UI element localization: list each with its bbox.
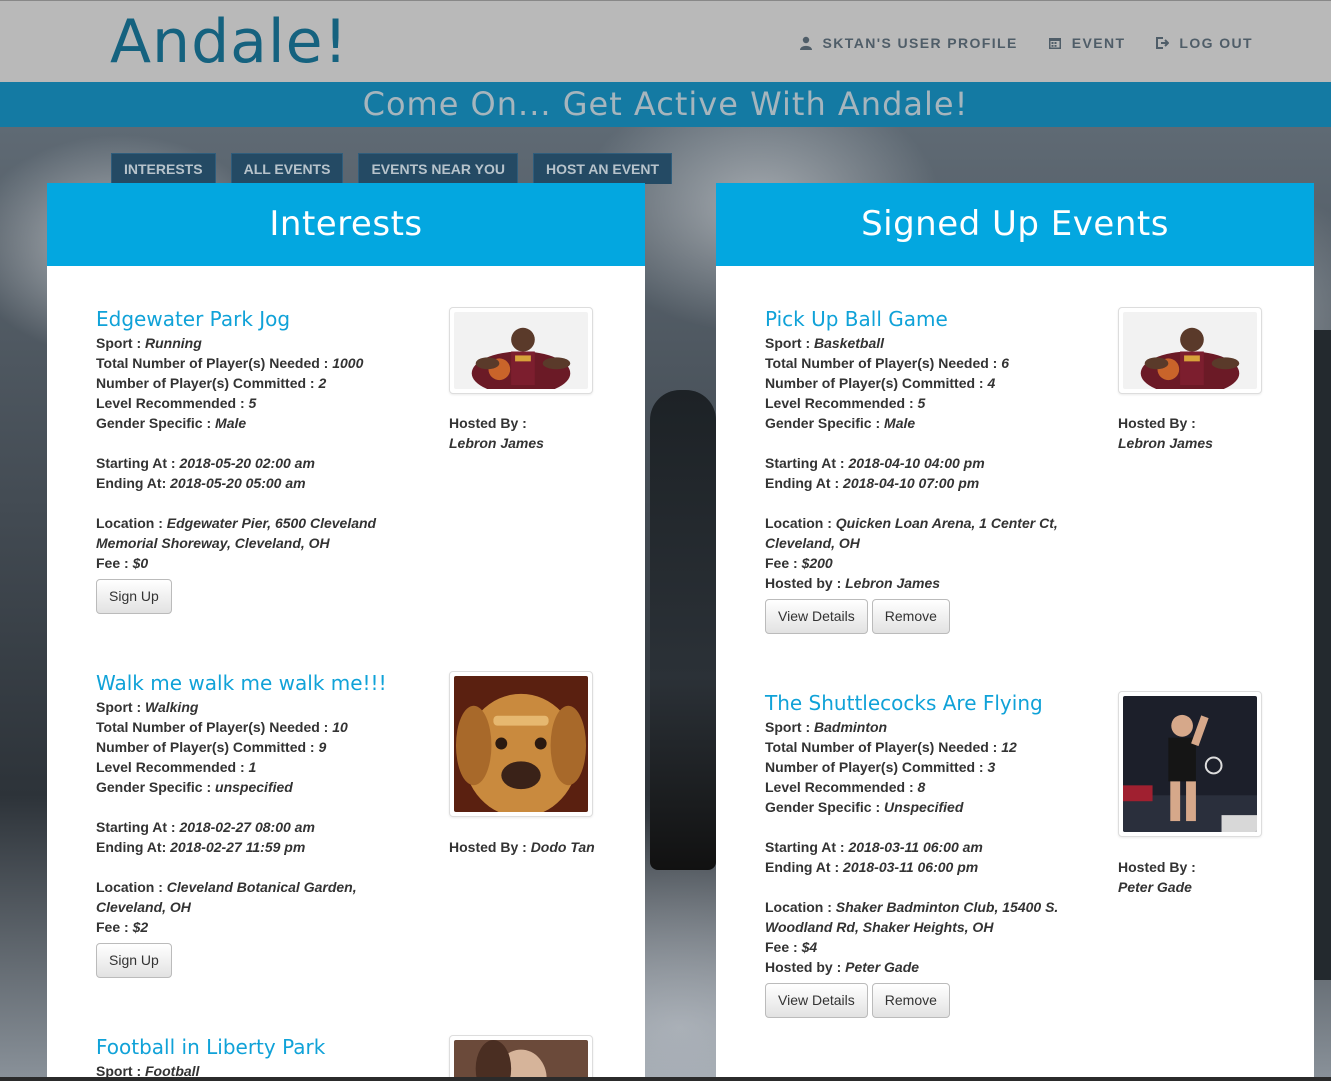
- tab-bar: INTERESTS ALL EVENTS EVENTS NEAR YOU HOS…: [111, 153, 673, 184]
- user-icon: [799, 36, 812, 50]
- event-players-needed: Total Number of Player(s) Needed : 6: [765, 355, 1010, 371]
- event-sport: Sport : Basketball: [765, 335, 885, 351]
- host-photo: [1118, 307, 1262, 395]
- host-photo: [449, 1035, 593, 1081]
- event-players-needed: Total Number of Player(s) Needed : 1000: [96, 355, 364, 371]
- nav-logout-label: LOG OUT: [1179, 35, 1253, 51]
- event-fee: Fee : $0: [96, 555, 149, 571]
- event-card: Football in Liberty Park Sport : Footbal…: [96, 1035, 616, 1081]
- event-players-committed: Number of Player(s) Committed : 3: [765, 759, 996, 775]
- event-level: Level Recommended : 5: [96, 395, 257, 411]
- event-end: Ending At : 2018-03-11 06:00 pm: [765, 859, 979, 875]
- status-bar: [0, 1077, 1331, 1081]
- remove-button[interactable]: Remove: [871, 983, 950, 1018]
- event-hosted-by: Hosted by : Lebron James: [765, 575, 941, 591]
- event-start: Starting At : 2018-03-11 06:00 am: [765, 839, 983, 855]
- tagline-banner: Come On... Get Active With Andale!: [0, 82, 1331, 127]
- event-players-committed: Number of Player(s) Committed : 2: [96, 375, 327, 391]
- tab-events-near-you[interactable]: EVENTS NEAR YOU: [358, 153, 518, 184]
- event-sport: Sport : Walking: [96, 699, 199, 715]
- event-gender: Gender Specific : unspecified: [96, 779, 293, 795]
- event-host: Hosted By : Lebron James: [449, 415, 544, 451]
- event-fee: Fee : $4: [765, 939, 818, 955]
- logout-icon: [1156, 37, 1170, 49]
- interests-heading: Interests: [47, 183, 645, 266]
- background-skier-right: [1312, 330, 1331, 980]
- host-photo: [1118, 691, 1262, 837]
- host-name: Peter Gade: [1118, 879, 1192, 895]
- brand-logo[interactable]: Andale!: [110, 7, 349, 77]
- event-host: Hosted By : Peter Gade: [1118, 859, 1196, 895]
- event-end: Ending At : 2018-04-10 07:00 pm: [765, 475, 980, 491]
- host-name: Dodo Tan: [530, 839, 595, 855]
- host-photo: [449, 307, 593, 395]
- tab-host-an-event[interactable]: HOST AN EVENT: [533, 153, 673, 184]
- event-sport: Sport : Running: [96, 335, 202, 351]
- event-location: Location : Cleveland Botanical Garden, C…: [96, 879, 357, 915]
- basketball-player-image: [1123, 312, 1257, 395]
- nav-event-label: EVENT: [1071, 35, 1126, 51]
- dog-image: [454, 676, 588, 817]
- event-sport: Sport : Badminton: [765, 719, 888, 735]
- event-host: Hosted By : Dodo Tan: [449, 839, 595, 855]
- host-portrait-image: [454, 1040, 588, 1081]
- event-gender: Gender Specific : Unspecified: [765, 799, 964, 815]
- calendar-icon: [1048, 38, 1061, 49]
- event-level: Level Recommended : 5: [765, 395, 926, 411]
- nav-logout[interactable]: LOG OUT: [1155, 35, 1253, 51]
- top-navbar: Andale! SKTAN's USER PROFILE EVENT LOG O…: [0, 0, 1331, 82]
- host-photo: [449, 671, 593, 817]
- event-start: Starting At : 2018-04-10 04:00 pm: [765, 455, 985, 471]
- view-details-button[interactable]: View Details: [765, 983, 868, 1018]
- nav-user-profile-label: SKTAN's USER PROFILE: [822, 35, 1018, 51]
- sign-up-button[interactable]: Sign Up: [96, 943, 172, 978]
- host-name: Lebron James: [449, 435, 544, 451]
- tab-interests[interactable]: INTERESTS: [111, 153, 216, 184]
- event-players-needed: Total Number of Player(s) Needed : 10: [96, 719, 348, 735]
- badminton-player-image: [1123, 696, 1257, 832]
- event-end: Ending At: 2018-05-20 05:00 am: [96, 475, 306, 491]
- event-players-needed: Total Number of Player(s) Needed : 12: [765, 739, 1017, 755]
- nav-event[interactable]: EVENT: [1048, 35, 1126, 51]
- basketball-player-image: [454, 312, 588, 395]
- event-card: Pick Up Ball Game Sport : Basketball Tot…: [765, 307, 1285, 634]
- event-level: Level Recommended : 1: [96, 759, 257, 775]
- event-location: Location : Quicken Loan Arena, 1 Center …: [765, 515, 1058, 551]
- view-details-button[interactable]: View Details: [765, 599, 868, 634]
- event-fee: Fee : $200: [765, 555, 833, 571]
- sign-up-button[interactable]: Sign Up: [96, 579, 172, 614]
- event-card: Walk me walk me walk me!!! Sport : Walki…: [96, 671, 616, 978]
- nav-menu: SKTAN's USER PROFILE EVENT LOG OUT: [799, 35, 1253, 51]
- signed-up-heading: Signed Up Events: [716, 183, 1314, 266]
- event-players-committed: Number of Player(s) Committed : 9: [96, 739, 327, 755]
- background-skier: [650, 390, 716, 870]
- event-start: Starting At : 2018-02-27 08:00 am: [96, 819, 315, 835]
- tab-all-events[interactable]: ALL EVENTS: [230, 153, 344, 184]
- interests-panel: Interests Edgewater Park Jog Sport : Run…: [47, 183, 645, 1081]
- event-start: Starting At : 2018-05-20 02:00 am: [96, 455, 315, 471]
- event-gender: Gender Specific : Male: [96, 415, 247, 431]
- event-players-committed: Number of Player(s) Committed : 4: [765, 375, 996, 391]
- event-level: Level Recommended : 8: [765, 779, 926, 795]
- remove-button[interactable]: Remove: [871, 599, 950, 634]
- event-location: Location : Edgewater Pier, 6500 Clevelan…: [96, 515, 377, 551]
- event-card: Edgewater Park Jog Sport : Running Total…: [96, 307, 616, 614]
- host-name: Lebron James: [1118, 435, 1213, 451]
- event-fee: Fee : $2: [96, 919, 149, 935]
- event-hosted-by: Hosted by : Peter Gade: [765, 959, 920, 975]
- event-location: Location : Shaker Badminton Club, 15400 …: [765, 899, 1059, 935]
- signed-up-events-panel: Signed Up Events Pick Up Ball Game Sport…: [716, 183, 1314, 1081]
- event-gender: Gender Specific : Male: [765, 415, 916, 431]
- event-host: Hosted By : Lebron James: [1118, 415, 1213, 451]
- event-card: The Shuttlecocks Are Flying Sport : Badm…: [765, 691, 1285, 1018]
- tagline: Come On... Get Active With Andale!: [362, 85, 969, 123]
- nav-user-profile[interactable]: SKTAN's USER PROFILE: [799, 35, 1018, 51]
- event-end: Ending At: 2018-02-27 11:59 pm: [96, 839, 306, 855]
